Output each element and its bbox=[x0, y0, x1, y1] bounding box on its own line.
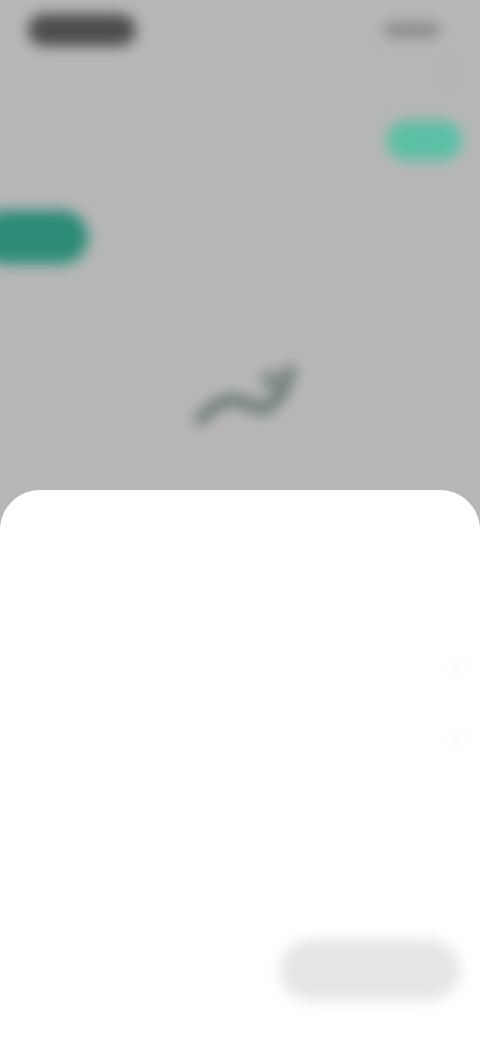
page-title bbox=[120, 62, 380, 88]
chevron-right-icon: › bbox=[452, 727, 460, 749]
filter-chip-3[interactable] bbox=[272, 210, 442, 264]
status-time bbox=[28, 14, 136, 46]
filter-chips bbox=[0, 210, 480, 266]
battery-icon bbox=[384, 22, 440, 38]
sheet-row-label bbox=[24, 720, 164, 756]
filter-bottom-sheet: › › bbox=[0, 490, 480, 1040]
apply-button[interactable] bbox=[280, 940, 460, 1000]
filter-chip-2[interactable] bbox=[108, 210, 248, 264]
sheet-row-label bbox=[24, 648, 164, 684]
sheet-row-1[interactable]: › bbox=[0, 636, 480, 696]
chart-illustration-icon bbox=[195, 365, 295, 425]
more-vert-icon[interactable]: ⋮ bbox=[438, 58, 460, 98]
filter-chip-1[interactable] bbox=[0, 210, 88, 264]
reset-button[interactable] bbox=[18, 944, 98, 994]
balance-label bbox=[20, 128, 140, 158]
status-bar bbox=[0, 0, 480, 60]
balance-action-button[interactable] bbox=[386, 120, 462, 160]
chevron-right-icon: › bbox=[452, 655, 460, 677]
sheet-title bbox=[110, 564, 370, 604]
sheet-row-2[interactable]: › bbox=[0, 708, 480, 768]
